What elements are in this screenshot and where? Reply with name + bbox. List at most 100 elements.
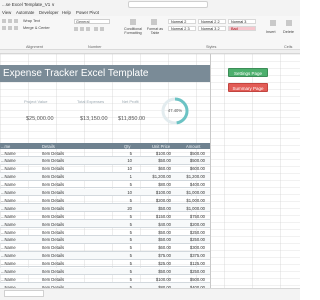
cell-name[interactable]: ...Name: [1, 198, 16, 203]
cell-details[interactable]: Item Details: [42, 245, 64, 250]
cell-qty[interactable]: 1: [122, 174, 132, 179]
cell-name[interactable]: ...Name: [1, 214, 16, 219]
cell-unit-price[interactable]: $60.00: [140, 166, 171, 171]
style-normal-2-2[interactable]: Normal 2 2: [198, 19, 226, 24]
comma-icon[interactable]: [86, 27, 90, 31]
table-row[interactable]: ...Name Item Details 20 $50.00 $1,000.00: [0, 204, 210, 213]
table-row[interactable]: ...Name Item Details 5 $150.00 $750.00: [0, 212, 210, 221]
insert-cells-icon[interactable]: [270, 20, 276, 26]
search-box[interactable]: [128, 1, 208, 8]
cell-unit-price[interactable]: $150.00: [140, 214, 171, 219]
cell-qty[interactable]: 5: [122, 237, 132, 242]
cell-amount[interactable]: $300.00: [175, 245, 205, 250]
cell-amount[interactable]: $500.00: [175, 277, 205, 282]
increase-decimal-icon[interactable]: [94, 27, 98, 31]
align-right-icon[interactable]: [14, 26, 18, 30]
header-name[interactable]: ...me: [1, 144, 10, 149]
cell-qty[interactable]: 5: [122, 277, 132, 282]
cell-qty[interactable]: 10: [122, 166, 132, 171]
percent-icon[interactable]: [80, 27, 84, 31]
cell-unit-price[interactable]: $50.00: [140, 237, 171, 242]
cell-name[interactable]: ...Name: [1, 151, 16, 156]
table-row[interactable]: ...Name Item Details 5 $50.00 $250.00: [0, 228, 210, 236]
conditional-formatting-icon[interactable]: [130, 19, 136, 25]
cell-details[interactable]: Item Details: [42, 158, 64, 163]
format-as-table-button[interactable]: Format as Table: [146, 27, 164, 35]
cell-qty[interactable]: 5: [122, 182, 132, 187]
header-details[interactable]: Details: [42, 144, 55, 149]
cell-unit-price[interactable]: $100.00: [140, 277, 171, 282]
cell-amount[interactable]: $600.00: [175, 166, 205, 171]
table-row[interactable]: ...Name Item Details 5 $25.00 $125.00: [0, 260, 210, 268]
conditional-formatting-button[interactable]: Conditional Formatting: [122, 27, 144, 35]
cell-amount[interactable]: $1,200.00: [175, 174, 205, 179]
cell-details[interactable]: Item Details: [42, 261, 64, 266]
cell-unit-price[interactable]: $1,200.00: [140, 174, 171, 179]
merge-center-button[interactable]: Merge & Center: [22, 26, 56, 31]
cell-amount[interactable]: $250.00: [175, 237, 205, 242]
cell-details[interactable]: Item Details: [42, 190, 64, 195]
cell-amount[interactable]: $500.00: [175, 158, 205, 163]
cell-amount[interactable]: $375.00: [175, 253, 205, 258]
cell-unit-price[interactable]: $100.00: [140, 151, 171, 156]
cell-qty[interactable]: 5: [122, 269, 132, 274]
currency-icon[interactable]: [74, 27, 78, 31]
format-as-table-icon[interactable]: [151, 19, 157, 25]
cell-amount[interactable]: $250.00: [175, 230, 205, 235]
cell-details[interactable]: Item Details: [42, 206, 64, 211]
document-title[interactable]: ...se Excel Template_V1 ∨: [2, 2, 55, 8]
cell-qty[interactable]: 5: [122, 222, 132, 227]
menu-help[interactable]: Help: [62, 10, 71, 15]
table-row[interactable]: ...Name Item Details 10 $50.00 $500.00: [0, 156, 210, 165]
cell-qty[interactable]: 5: [122, 245, 132, 250]
sheet-tab[interactable]: [4, 290, 44, 297]
cell-unit-price[interactable]: $80.00: [140, 182, 171, 187]
cell-unit-price[interactable]: $50.00: [140, 230, 171, 235]
insert-button[interactable]: Insert: [266, 30, 276, 34]
cell-unit-price[interactable]: $60.00: [140, 245, 171, 250]
table-row[interactable]: ...Name Item Details 5 $40.00 $200.00: [0, 220, 210, 228]
cell-unit-price[interactable]: $75.00: [140, 253, 171, 258]
style-bad[interactable]: Bad: [228, 26, 256, 31]
cell-unit-price[interactable]: $200.00: [140, 198, 171, 203]
cell-qty[interactable]: 5: [122, 230, 132, 235]
cell-amount[interactable]: $250.00: [175, 269, 205, 274]
style-normal-3[interactable]: Normal 3: [228, 19, 256, 24]
style-normal-2-3[interactable]: Normal 2 3: [168, 26, 196, 31]
cell-qty[interactable]: 20: [122, 206, 132, 211]
table-row[interactable]: ...Name Item Details 10 $60.00 $600.00: [0, 165, 210, 173]
cell-amount[interactable]: $750.00: [175, 214, 205, 219]
cell-name[interactable]: ...Name: [1, 174, 16, 179]
cell-qty[interactable]: 5: [122, 261, 132, 266]
cell-amount[interactable]: $125.00: [175, 261, 205, 266]
table-row[interactable]: ...Name Item Details 5 $75.00 $375.00: [0, 251, 210, 260]
cell-qty[interactable]: 10: [122, 158, 132, 163]
cell-details[interactable]: Item Details: [42, 230, 64, 235]
cell-details[interactable]: Item Details: [42, 151, 64, 156]
menu-automate[interactable]: Automate: [16, 10, 34, 15]
align-middle-icon[interactable]: [8, 19, 12, 23]
cell-unit-price[interactable]: $40.00: [140, 222, 171, 227]
cell-name[interactable]: ...Name: [1, 237, 16, 242]
settings-page-button[interactable]: Settings Page: [228, 68, 268, 77]
cell-amount[interactable]: $1,000.00: [175, 190, 205, 195]
cell-details[interactable]: Item Details: [42, 198, 64, 203]
cell-amount[interactable]: $400.00: [175, 182, 205, 187]
cell-name[interactable]: ...Name: [1, 190, 16, 195]
cell-details[interactable]: Item Details: [42, 174, 64, 179]
table-row[interactable]: ...Name Item Details 5 $50.00 $250.00: [0, 267, 210, 276]
cell-name[interactable]: ...Name: [1, 166, 16, 171]
cell-name[interactable]: ...Name: [1, 261, 16, 266]
table-row[interactable]: ...Name Item Details 5 $60.00 $300.00: [0, 244, 210, 252]
cell-amount[interactable]: $200.00: [175, 222, 205, 227]
header-amount[interactable]: Amount: [186, 144, 200, 149]
cell-details[interactable]: Item Details: [42, 237, 64, 242]
cell-name[interactable]: ...Name: [1, 245, 16, 250]
cell-details[interactable]: Item Details: [42, 269, 64, 274]
cell-name[interactable]: ...Name: [1, 206, 16, 211]
summary-page-button[interactable]: Summary Page: [228, 83, 268, 92]
cell-name[interactable]: ...Name: [1, 269, 16, 274]
style-normal-3-2[interactable]: Normal 3 2: [198, 26, 226, 31]
cell-qty[interactable]: 5: [122, 214, 132, 219]
menu-view[interactable]: View: [2, 10, 11, 15]
